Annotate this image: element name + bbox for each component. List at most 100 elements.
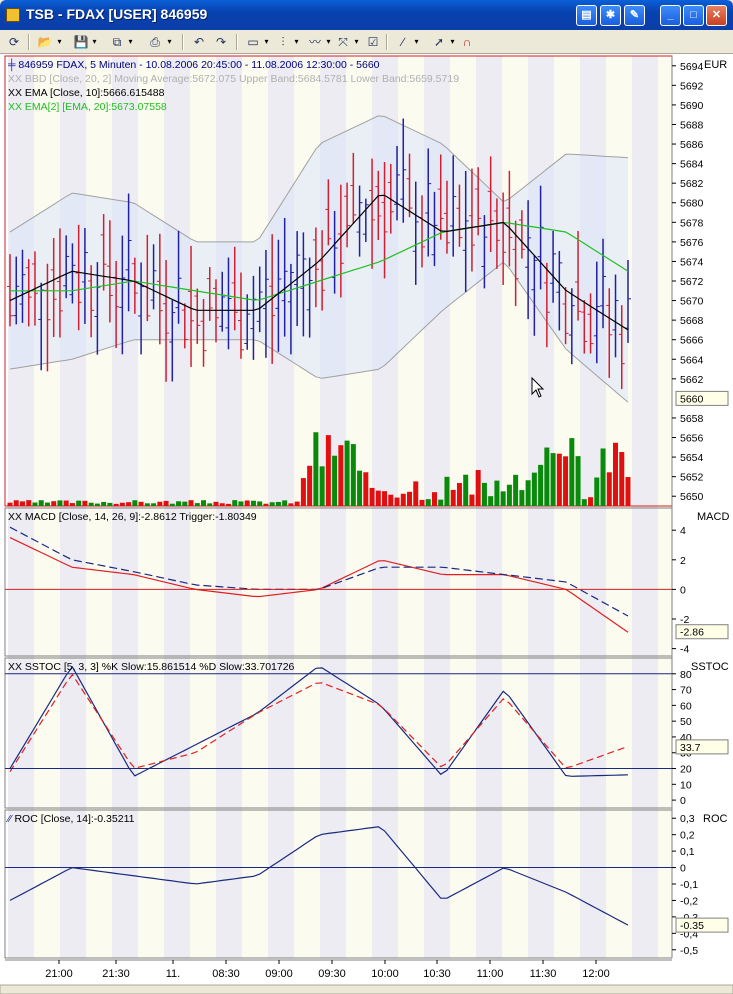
price-tick-label: 5650	[680, 491, 704, 503]
print-dropdown-icon[interactable]: ▾	[166, 33, 173, 51]
time-stripe	[632, 56, 658, 958]
toolbar-separator	[236, 34, 238, 50]
properties-icon[interactable]: ☑	[364, 33, 382, 51]
volume-bar	[38, 500, 44, 506]
volume-bar	[550, 453, 556, 506]
title-bar: TSB - FDAX [USER] 846959 ▤ ✱ ✎ _ □ ✕	[0, 0, 733, 30]
copy-icon[interactable]: ⧉	[108, 33, 126, 51]
sstoc-last-value-text: 33.7	[680, 742, 701, 754]
cursor-dropdown-icon[interactable]: ▾	[449, 33, 456, 51]
volume-bar	[132, 500, 138, 506]
edit-icon[interactable]: ✎	[624, 5, 645, 26]
volume-bar	[519, 490, 525, 506]
open-dropdown-icon[interactable]: ▾	[56, 33, 63, 51]
volume-bar	[94, 503, 100, 506]
volume-bar	[407, 491, 413, 506]
price-tick-label: 5686	[680, 139, 704, 151]
forward-chart-icon[interactable]: ↷	[212, 33, 230, 51]
volume-bar	[413, 481, 419, 506]
volume-bar	[144, 503, 150, 506]
indicator-dropdown-icon[interactable]: ▾	[325, 33, 332, 51]
price-tick-label: 5670	[680, 296, 704, 308]
save-icon[interactable]: 💾	[72, 33, 90, 51]
chart-window-icon[interactable]: ▭	[244, 33, 262, 51]
bbd-legend: XX BBD [Close, 20, 2] Moving Average:567…	[8, 73, 460, 85]
cursor-icon[interactable]: ➚	[430, 33, 448, 51]
draw-line-dropdown-icon[interactable]: ▾	[413, 33, 420, 51]
chart-area[interactable]: 5694 5692 5690 5688 5686 5684 5682 5680 5678 5676…	[0, 54, 733, 994]
back-chart-icon[interactable]: ↶	[190, 33, 208, 51]
time-tick-label: 21:00	[45, 968, 73, 980]
ema2-legend: XX EMA[2] [EMA, 20]:5673.07558	[8, 101, 167, 113]
ema-legend: XX EMA [Close, 10]:5666.615488	[8, 87, 165, 99]
roc-tick-label: 0	[680, 863, 686, 875]
volume-bar	[513, 474, 519, 506]
time-stripe	[190, 56, 216, 958]
macd-tick-label: -2	[680, 614, 689, 626]
app-icon	[6, 8, 20, 22]
volume-bar	[382, 491, 388, 506]
price-last-value-text: 5660	[680, 393, 704, 405]
time-tick-label: 08:30	[212, 968, 240, 980]
volume-bar	[500, 491, 506, 506]
sstoc-tick-label: 20	[680, 764, 692, 776]
time-tick-label: 11.	[166, 968, 180, 980]
settings-icon[interactable]: ✱	[600, 5, 621, 26]
volume-bar	[456, 483, 462, 506]
bar-style-icon[interactable]: ⫶	[274, 33, 292, 51]
roc-tick-label: -0,1	[680, 879, 698, 891]
trendline-dropdown-icon[interactable]: ▾	[353, 33, 360, 51]
price-tick-label: 5668	[680, 315, 704, 327]
trendline-icon[interactable]: ⤧	[334, 33, 352, 51]
volume-bar	[338, 445, 344, 506]
magnet-icon[interactable]: ∩	[458, 33, 476, 51]
refresh-icon[interactable]: ⟳	[5, 33, 23, 51]
roc-tick-label: -0,2	[680, 895, 698, 907]
volume-bar	[207, 503, 213, 506]
price-tick-label: 5664	[680, 354, 704, 366]
price-tick-label: 5684	[680, 159, 704, 171]
time-tick-label: 10:30	[423, 968, 451, 980]
save-dropdown-icon[interactable]: ▾	[91, 33, 98, 51]
macd-tick-label: 2	[680, 555, 686, 567]
maximize-button[interactable]: □	[683, 5, 704, 26]
close-button[interactable]: ✕	[706, 5, 727, 26]
volume-bar	[107, 502, 113, 506]
time-stripe	[164, 56, 190, 958]
volume-bar	[569, 438, 575, 506]
sstoc-tick-label: 70	[680, 685, 692, 697]
volume-bar	[375, 490, 381, 506]
volume-bar	[307, 465, 313, 506]
open-folder-icon[interactable]: 📂	[36, 33, 54, 51]
price-tick-label: 5676	[680, 237, 704, 249]
price-axis-label: EUR	[704, 59, 728, 71]
volume-bar	[244, 500, 250, 506]
volume-bar	[369, 487, 375, 506]
draw-line-icon[interactable]: ∕	[394, 33, 412, 51]
volume-bar	[475, 470, 481, 506]
volume-bar	[531, 472, 537, 506]
volume-bar	[357, 470, 363, 506]
price-tick-label: 5656	[680, 433, 704, 445]
price-header-text: 846959 FDAX, 5 Minuten - 10.08.2006 20:4…	[18, 59, 380, 71]
volume-bar	[469, 494, 475, 506]
minimize-button[interactable]: _	[660, 5, 681, 26]
indicator-icon[interactable]: 〰	[306, 33, 324, 51]
macd-legend: XX MACD [Close, 14, 26, 9]:-2.8612 Trigg…	[8, 511, 257, 523]
copy-dropdown-icon[interactable]: ▾	[127, 33, 134, 51]
sstoc-axis-label: SSTOC	[691, 661, 729, 673]
volume-bar	[538, 464, 544, 506]
volume-bar	[163, 500, 169, 506]
volume-bar	[76, 500, 82, 506]
volume-bar	[32, 502, 38, 506]
print-icon[interactable]: ⎙	[146, 33, 164, 51]
chart-window-dropdown-icon[interactable]: ▾	[263, 33, 270, 51]
sstoc-legend: XX SSTOC [5, 3, 3] %K Slow:15.861514 %D …	[8, 661, 295, 673]
price-tick-label: 5672	[680, 276, 704, 288]
bar-style-dropdown-icon[interactable]: ▾	[293, 33, 300, 51]
restore-layout-button[interactable]: ▤	[576, 5, 597, 26]
macd-axis-label: MACD	[697, 511, 730, 523]
time-stripe	[138, 56, 164, 958]
volume-bar	[7, 502, 13, 506]
volume-bar	[325, 435, 331, 506]
